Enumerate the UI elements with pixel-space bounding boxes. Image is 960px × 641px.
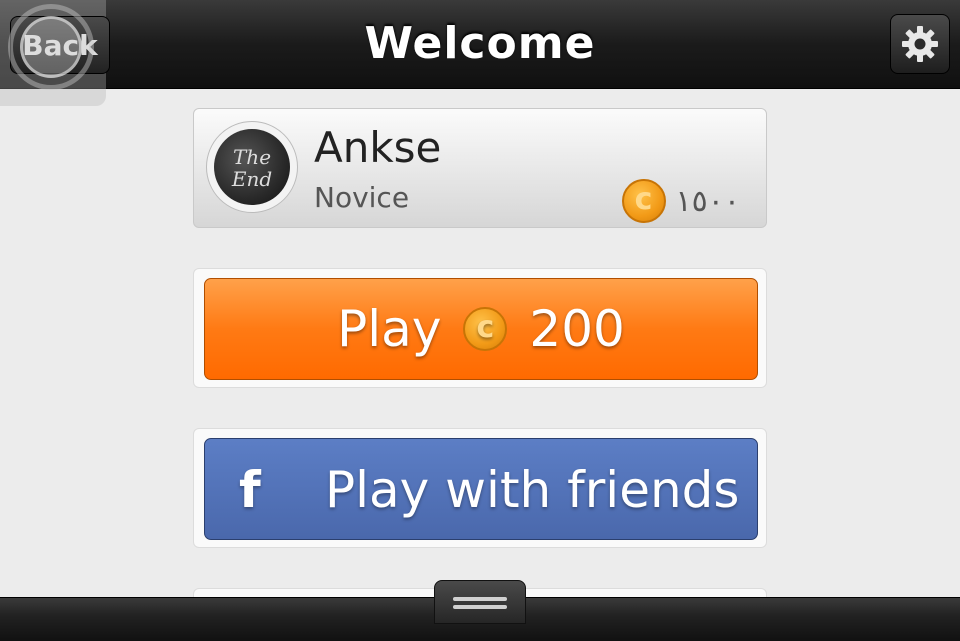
avatar-image: The End [214,129,290,205]
play-panel: Play 200 [193,268,767,388]
avatar: The End [206,121,298,213]
coin-balance-value: ١٥٠٠ [675,183,740,219]
coin-icon [621,179,666,223]
top-bar: Back Welcome [0,0,960,106]
player-rank: Novice [314,181,410,214]
gear-icon [902,26,938,62]
coin-balance: ١٥٠٠ [621,179,740,223]
play-with-friends-button[interactable]: f Play with friends [204,438,758,540]
menu-handle-button[interactable] [434,580,526,624]
play-button-label: Play [337,300,442,358]
play-button[interactable]: Play 200 [204,278,758,380]
page-title: Welcome [364,18,596,69]
coin-icon [463,307,508,351]
play-with-friends-label: Play with friends [325,461,740,519]
facebook-icon: f [239,461,261,519]
friends-panel: f Play with friends [193,428,767,548]
profile-card[interactable]: The End Ankse Novice ١٥٠٠ [193,108,767,228]
username: Ankse [314,123,442,172]
settings-button[interactable] [890,14,950,74]
menu-handle-icon [453,597,507,611]
play-cost: 200 [529,300,625,358]
